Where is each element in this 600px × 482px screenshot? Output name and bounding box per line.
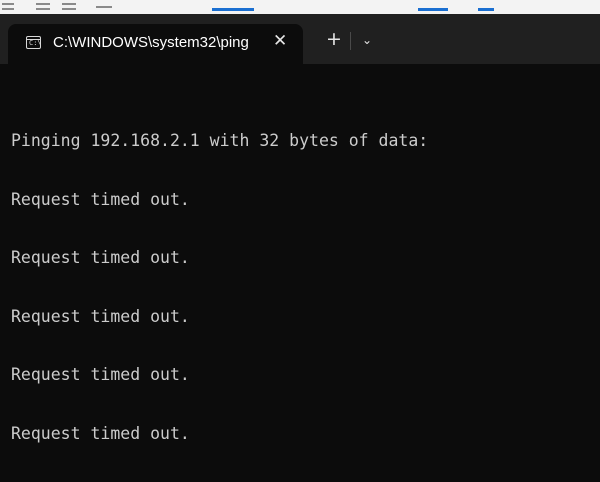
background-window-strip	[0, 0, 600, 15]
output-line: Request timed out.	[11, 248, 190, 267]
output-line: Request timed out.	[11, 189, 190, 209]
close-tab-icon[interactable]: ✕	[273, 31, 287, 51]
terminal-icon: C:\	[26, 36, 42, 49]
output-line: Pinging 192.168.2.1 with 32 bytes of dat…	[11, 131, 429, 150]
terminal-output-area[interactable]: Pinging 192.168.2.1 with 32 bytes of dat…	[0, 64, 600, 443]
title-bar: C:\ C:\WINDOWS\system32\ping ✕ + ⌄	[0, 14, 600, 64]
new-tab-button[interactable]: +	[326, 28, 342, 50]
tab-title: C:\WINDOWS\system32\ping	[53, 34, 249, 51]
tab-ping[interactable]: C:\ C:\WINDOWS\system32\ping ✕	[8, 24, 303, 64]
output-line: Request timed out.	[11, 365, 190, 384]
output-line: Request timed out.	[11, 423, 190, 443]
terminal-output: Pinging 192.168.2.1 with 32 bytes of dat…	[11, 92, 428, 482]
chevron-down-icon[interactable]: ⌄	[362, 32, 372, 48]
output-line: Request timed out.	[11, 306, 190, 326]
tab-separator	[350, 32, 351, 50]
